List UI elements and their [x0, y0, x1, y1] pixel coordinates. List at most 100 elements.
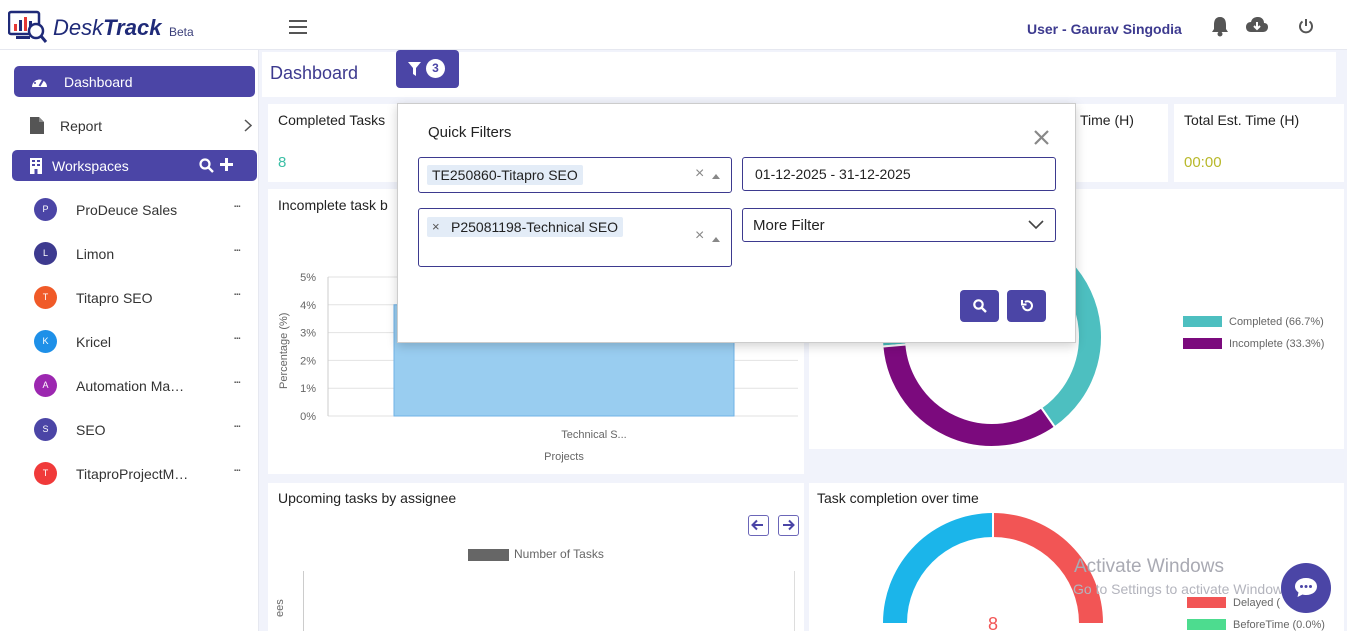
- completed-tasks-label: Completed Tasks: [278, 112, 386, 128]
- undo-icon: [1021, 300, 1033, 312]
- more-options-icon[interactable]: ▪▪▪: [234, 204, 240, 210]
- sidebar-item-label: Report: [60, 118, 103, 134]
- y-tick-label: 2%: [300, 355, 316, 367]
- legend-swatch: [1183, 338, 1222, 349]
- filter-icon: [408, 62, 421, 76]
- legend-swatch: [1183, 316, 1222, 327]
- workspace-item[interactable]: S SEO ▪▪▪: [0, 413, 259, 457]
- reset-filter-button[interactable]: [1007, 290, 1046, 322]
- document-icon: [30, 117, 44, 134]
- cloud-download-icon[interactable]: [1245, 15, 1269, 37]
- workspace-item[interactable]: L Limon ▪▪▪: [0, 237, 259, 281]
- filter-button[interactable]: 3: [396, 50, 459, 88]
- legend-label: Completed (66.7%): [1229, 316, 1324, 328]
- caret-up-icon: [712, 237, 720, 242]
- search-icon: [973, 299, 987, 313]
- project-select[interactable]: × P25081198-Technical SEO ×: [418, 208, 732, 267]
- close-icon[interactable]: [1032, 128, 1052, 148]
- windows-activation-title: Activate Windows: [1074, 556, 1224, 577]
- chat-button[interactable]: [1281, 563, 1331, 613]
- workspace-item[interactable]: A Automation Ma… ▪▪▪: [0, 369, 259, 413]
- filter-count-badge: 3: [426, 59, 445, 78]
- legend-swatch: [1187, 619, 1226, 630]
- more-options-icon[interactable]: ▪▪▪: [234, 248, 240, 254]
- project-chip-label: P25081198-Technical SEO: [451, 219, 619, 235]
- time-label: Time (H): [1080, 112, 1134, 128]
- legend-swatch: [1187, 597, 1226, 608]
- chevron-down-icon: [1028, 220, 1044, 230]
- sidebar-item-dashboard[interactable]: Dashboard: [14, 66, 255, 97]
- next-arrow-button[interactable]: [778, 515, 799, 536]
- sidebar-item-workspaces[interactable]: Workspaces: [12, 150, 257, 181]
- power-icon[interactable]: [1298, 18, 1314, 34]
- workspace-name: Limon: [76, 246, 115, 262]
- menu-toggle-icon[interactable]: [289, 20, 307, 34]
- more-filter-label: More Filter: [753, 217, 825, 234]
- desktrack-logo-icon: [8, 10, 48, 43]
- workspace-name: SEO: [76, 422, 106, 438]
- sidebar-item-label: Dashboard: [64, 74, 133, 90]
- legend-label: Incomplete (33.3%): [1229, 338, 1324, 350]
- workspace-avatar: A: [34, 374, 57, 397]
- user-name[interactable]: User - Gaurav Singodia: [1027, 21, 1182, 37]
- more-filter-dropdown[interactable]: More Filter: [742, 208, 1056, 242]
- workspace-item[interactable]: K Kricel ▪▪▪: [0, 325, 259, 369]
- y-tick-label: 4%: [300, 300, 316, 312]
- brand-name: DeskTrack: [53, 15, 162, 40]
- project-chip-remove-icon[interactable]: ×: [432, 219, 440, 234]
- plus-icon[interactable]: [220, 158, 233, 171]
- completed-tasks-value: 8: [278, 154, 287, 171]
- completed-tasks-card: Completed Tasks 8: [268, 104, 404, 182]
- search-icon[interactable]: [199, 158, 214, 173]
- building-icon: [30, 158, 42, 174]
- upcoming-ylabel: ees: [274, 599, 286, 617]
- workspace-avatar: T: [34, 286, 57, 309]
- workspace-name: TitaproProjectM…: [76, 466, 189, 482]
- upcoming-tasks-title: Upcoming tasks by assignee: [278, 490, 457, 506]
- y-tick-label: 3%: [300, 328, 316, 340]
- total-est-time-card: Total Est. Time (H) 00:00: [1174, 104, 1344, 182]
- x-axis-label: Projects: [544, 451, 584, 463]
- chevron-right-icon: [244, 119, 252, 132]
- bell-icon[interactable]: [1210, 15, 1230, 37]
- more-options-icon[interactable]: ▪▪▪: [234, 468, 240, 474]
- top-bar: DeskTrack Beta User - Gaurav Singodia: [0, 0, 1347, 50]
- workspace-name: ProDeuce Sales: [76, 202, 178, 218]
- sidebar-item-report[interactable]: Report: [14, 110, 255, 140]
- windows-activation-subtitle: Go to Settings to activate Windows.: [1073, 581, 1294, 597]
- sidebar: Dashboard Report Workspaces P ProDeuce Sa…: [0, 50, 259, 631]
- more-options-icon[interactable]: ▪▪▪: [234, 424, 240, 430]
- chat-icon: [1295, 578, 1317, 597]
- workspace-name: Automation Ma…: [76, 378, 185, 394]
- legend-label: Delayed (: [1233, 597, 1280, 609]
- donut-slice: [883, 513, 993, 623]
- workspace-item[interactable]: T TitaproProjectM… ▪▪▪: [0, 457, 259, 501]
- total-est-time-value: 00:00: [1184, 154, 1222, 171]
- project-chip: × P25081198-Technical SEO: [427, 217, 624, 237]
- upcoming-legend-label: Number of Tasks: [514, 547, 604, 561]
- legend-label: BeforeTime (0.0%): [1233, 619, 1325, 631]
- prev-arrow-button[interactable]: [748, 515, 769, 536]
- more-options-icon[interactable]: ▪▪▪: [234, 380, 240, 386]
- dashboard-gauge-icon: [32, 77, 47, 87]
- workspace-item[interactable]: P ProDeuce Sales ▪▪▪: [0, 193, 259, 237]
- project-clear-icon[interactable]: ×: [695, 227, 704, 245]
- time-card: Time (H): [1074, 104, 1168, 182]
- search-filter-button[interactable]: [960, 290, 999, 322]
- quick-filters-panel: Quick Filters TE250860-Titapro SEO × 01-…: [397, 103, 1076, 343]
- donut-slice: [881, 343, 1057, 448]
- y-axis-label: Percentage (%): [278, 313, 290, 389]
- more-options-icon[interactable]: ▪▪▪: [234, 292, 240, 298]
- total-est-time-label: Total Est. Time (H): [1184, 112, 1300, 128]
- page-title: Dashboard: [270, 63, 359, 83]
- workspace-select[interactable]: TE250860-Titapro SEO ×: [418, 157, 732, 193]
- caret-up-icon: [712, 174, 720, 179]
- workspace-item[interactable]: T Titapro SEO ▪▪▪: [0, 281, 259, 325]
- donut-center-value: 8: [988, 614, 998, 631]
- workspace-clear-icon[interactable]: ×: [695, 165, 704, 183]
- y-tick-label: 1%: [300, 383, 316, 395]
- workspace-avatar: K: [34, 330, 57, 353]
- more-options-icon[interactable]: ▪▪▪: [234, 336, 240, 342]
- date-range-input[interactable]: 01-12-2025 - 31-12-2025: [742, 157, 1056, 191]
- workspace-chip: TE250860-Titapro SEO: [427, 165, 583, 185]
